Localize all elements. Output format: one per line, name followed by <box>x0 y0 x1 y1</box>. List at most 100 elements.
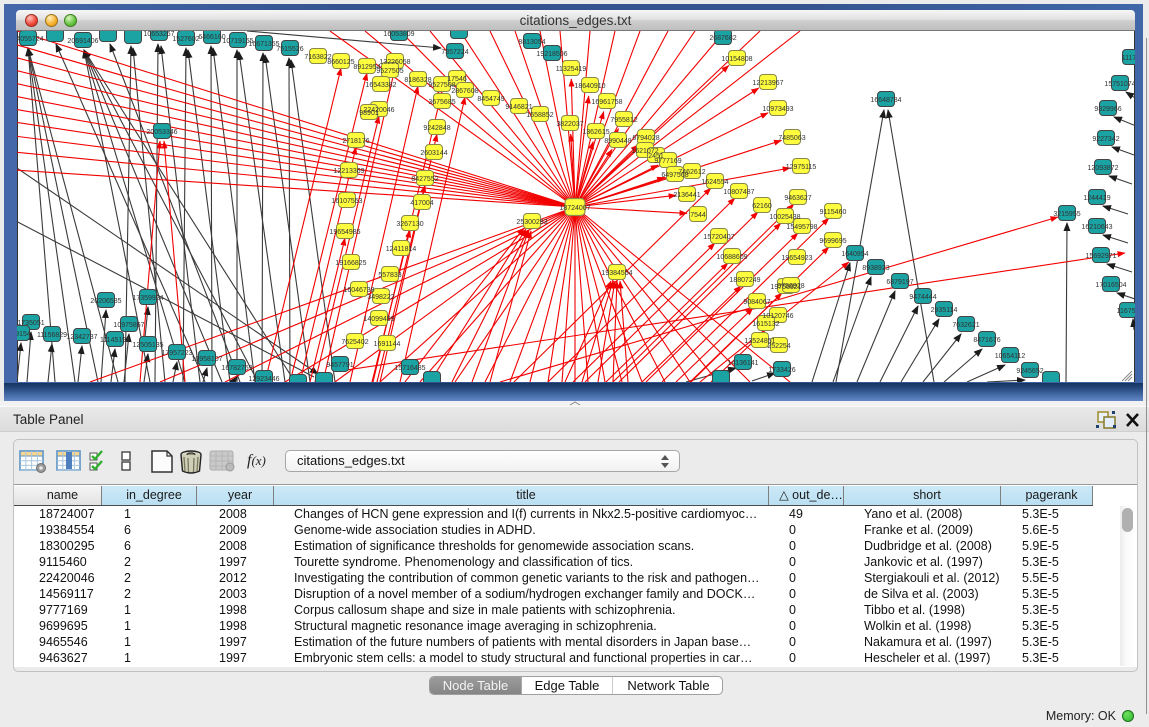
svg-text:20691406: 20691406 <box>67 38 98 45</box>
svg-text:2718176: 2718176 <box>342 138 369 145</box>
svg-text:8454749: 8454749 <box>477 96 504 103</box>
svg-text:16961758: 16961758 <box>591 99 622 106</box>
svg-text:2603144: 2603144 <box>420 150 447 157</box>
svg-text:10807487: 10807487 <box>723 189 754 196</box>
svg-text:417004: 417004 <box>410 200 433 207</box>
svg-text:3822037: 3822037 <box>556 121 583 128</box>
svg-text:10973493: 10973493 <box>762 106 793 113</box>
svg-text:15720407: 15720407 <box>703 234 734 241</box>
svg-text:19654985: 19654985 <box>329 229 360 236</box>
svg-text:10154808: 10154808 <box>721 56 752 63</box>
svg-text:9146821: 9146821 <box>505 104 532 111</box>
svg-text:16543382: 16543382 <box>365 82 396 89</box>
svg-text:12975115: 12975115 <box>786 164 817 171</box>
svg-text:12411814: 12411814 <box>386 246 417 253</box>
svg-text:8938923: 8938923 <box>862 265 889 272</box>
svg-text:16648784: 16648784 <box>870 97 901 104</box>
svg-text:8660125: 8660125 <box>327 59 354 66</box>
svg-text:12213967: 12213967 <box>752 80 783 87</box>
svg-text:15716485: 15716485 <box>394 365 425 372</box>
svg-text:7632621: 7632621 <box>952 322 979 329</box>
svg-text:1691144: 1691144 <box>374 341 401 348</box>
svg-text:15495798: 15495798 <box>786 224 817 231</box>
svg-text:1733426: 1733426 <box>768 367 795 374</box>
svg-text:6879197: 6879197 <box>886 279 913 286</box>
svg-text:1624554: 1624554 <box>701 179 728 186</box>
svg-text:9463627: 9463627 <box>784 195 811 202</box>
svg-text:18807249: 18807249 <box>729 277 760 284</box>
svg-text:13226058: 13226058 <box>379 59 410 66</box>
svg-text:14136141: 14136141 <box>727 360 758 367</box>
svg-text:12923446: 12923446 <box>248 376 279 382</box>
svg-text:14099489: 14099489 <box>363 316 394 323</box>
svg-text:2136441: 2136441 <box>673 192 700 199</box>
svg-text:1362615: 1362615 <box>582 129 609 136</box>
svg-text:11325419: 11325419 <box>556 66 587 73</box>
svg-text:7515526: 7515526 <box>276 46 303 53</box>
svg-text:17546: 17546 <box>447 76 467 83</box>
svg-text:17957223: 17957223 <box>161 350 192 357</box>
svg-text:12505135: 12505135 <box>132 342 163 349</box>
svg-text:3215955: 3215955 <box>1053 211 1080 218</box>
svg-text:1527602: 1527602 <box>172 36 199 43</box>
svg-text:16046738: 16046738 <box>343 287 374 294</box>
svg-text:9329966: 9329966 <box>1094 106 1121 113</box>
svg-text:19166825: 19166825 <box>335 260 366 267</box>
svg-text:7625402: 7625402 <box>341 339 368 346</box>
svg-text:9699695: 9699695 <box>819 238 846 245</box>
svg-text:9115460: 9115460 <box>820 209 847 216</box>
svg-text:1735051: 1735051 <box>17 320 44 327</box>
svg-text:7955812: 7955812 <box>610 117 637 124</box>
svg-text:8427552: 8427552 <box>411 176 438 183</box>
svg-text:11145194: 11145194 <box>100 337 130 344</box>
svg-text:10120746: 10120746 <box>762 313 793 320</box>
svg-text:2935114: 2935114 <box>931 307 958 314</box>
svg-text:3267130: 3267130 <box>396 221 423 228</box>
svg-text:9777169: 9777169 <box>654 158 681 165</box>
svg-text:9457791: 9457791 <box>326 362 353 369</box>
svg-text:19384554: 19384554 <box>601 270 632 277</box>
svg-text:2687682: 2687682 <box>709 35 736 42</box>
svg-text:557833: 557833 <box>378 272 401 279</box>
svg-text:8990448: 8990448 <box>604 138 631 145</box>
svg-text:14055724: 14055724 <box>17 36 44 43</box>
svg-text:62160: 62160 <box>752 203 772 210</box>
svg-text:19218506: 19218506 <box>536 51 567 58</box>
svg-text:12342737: 12342737 <box>66 334 97 341</box>
svg-text:9756928: 9756928 <box>777 283 804 290</box>
svg-text:10025438: 10025438 <box>769 214 800 221</box>
svg-text:20053346: 20053346 <box>146 129 177 136</box>
svg-text:6794028: 6794028 <box>632 135 659 142</box>
svg-text:19654923: 19654923 <box>781 255 812 262</box>
svg-text:16782759: 16782759 <box>221 365 252 372</box>
svg-text:18724007: 18724007 <box>559 205 590 212</box>
svg-text:17359924: 17359924 <box>132 295 163 302</box>
svg-text:7485063: 7485063 <box>778 135 805 142</box>
svg-text:15692971: 15692971 <box>1085 253 1116 260</box>
svg-text:16107553: 16107553 <box>331 198 362 205</box>
svg-text:10688609: 10688609 <box>716 254 747 261</box>
svg-text:17016504: 17016504 <box>1095 282 1126 289</box>
svg-text:98901: 98901 <box>359 110 379 117</box>
svg-text:1640954: 1640954 <box>841 251 868 258</box>
svg-text:15751074: 15751074 <box>1104 81 1135 88</box>
svg-text:16210643: 16210643 <box>1081 224 1112 231</box>
svg-text:1558852: 1558852 <box>526 112 553 119</box>
svg-text:7357224: 7357224 <box>441 49 468 56</box>
svg-text:3675685: 3675685 <box>428 99 455 106</box>
svg-text:11178: 11178 <box>1122 55 1135 62</box>
svg-text:9527505: 9527505 <box>376 68 403 75</box>
svg-text:2867608: 2867608 <box>451 88 478 95</box>
svg-text:9474444: 9474444 <box>909 294 936 301</box>
svg-text:7462612: 7462612 <box>678 169 705 176</box>
svg-text:3498222: 3498222 <box>367 294 394 301</box>
svg-text:16053809: 16053809 <box>383 31 414 38</box>
svg-text:116753: 116753 <box>1117 308 1135 315</box>
svg-text:12213369: 12213369 <box>333 168 364 175</box>
svg-text:8471676: 8471676 <box>973 337 1000 344</box>
svg-text:11156829: 11156829 <box>37 332 67 339</box>
svg-text:25300293: 25300293 <box>516 219 547 226</box>
svg-text:12093872: 12093872 <box>1087 165 1118 172</box>
svg-text:7544: 7544 <box>690 212 706 219</box>
svg-text:10975867: 10975867 <box>113 322 144 329</box>
